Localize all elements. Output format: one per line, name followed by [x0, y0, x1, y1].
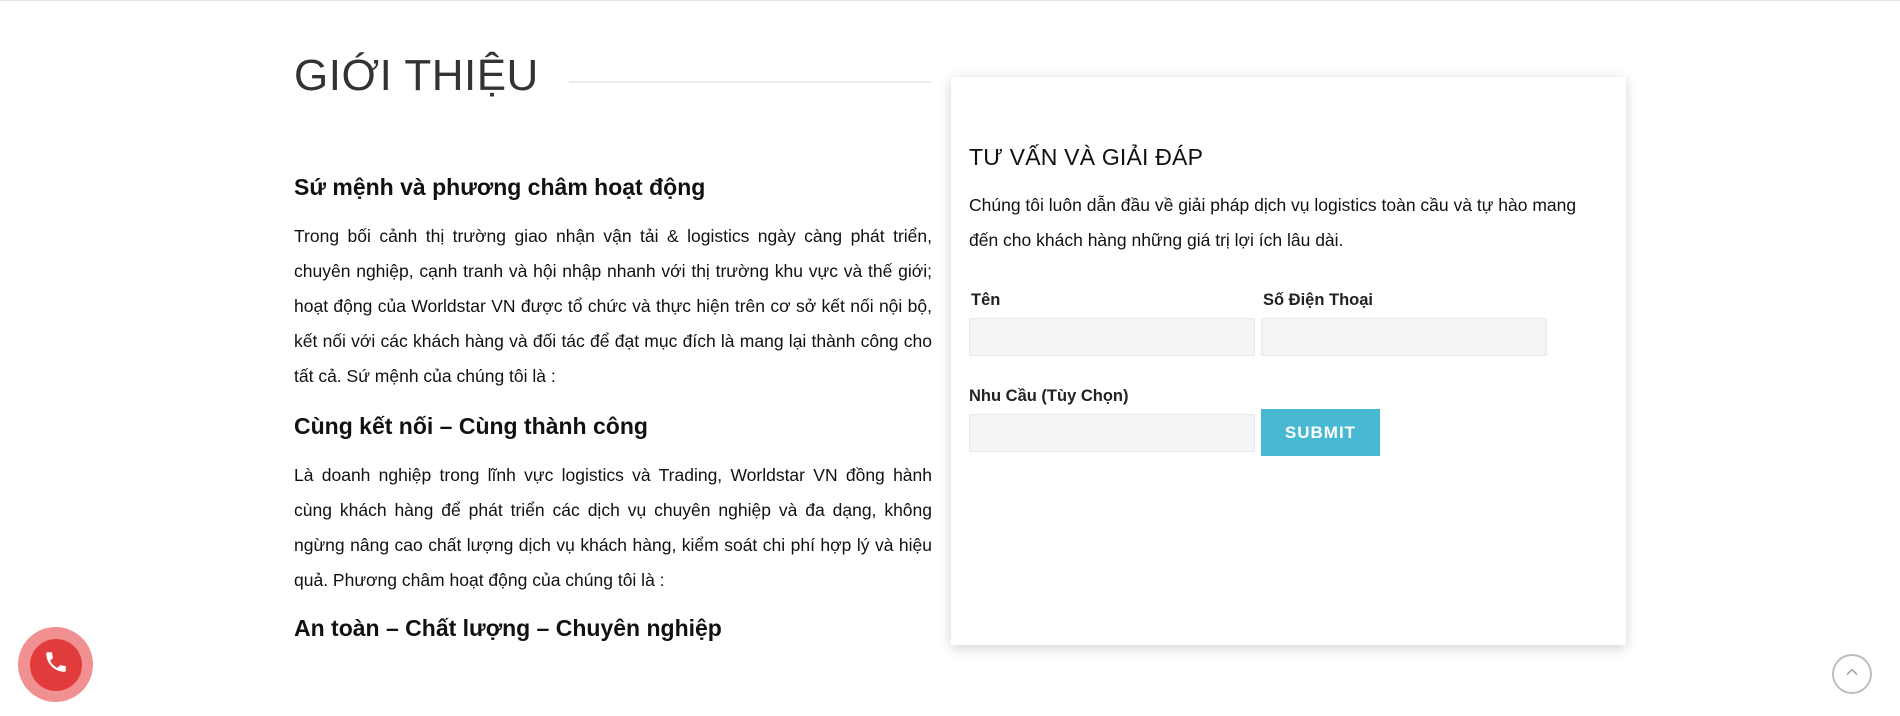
need-label: Nhu Cầu (Tùy Chọn) [969, 387, 1129, 405]
name-label: Tên [971, 291, 1001, 309]
intro-section: GIỚI THIỆU Sứ mệnh và phương châm hoạt đ… [294, 46, 932, 642]
section-title: GIỚI THIỆU [294, 51, 539, 100]
motto-paragraph: Là doanh nghiệp trong lĩnh vực logistics… [294, 465, 932, 590]
mission-paragraph: Trong bối cảnh thị trường giao nhận vận … [294, 226, 932, 386]
form-description: Chúng tôi luôn dẫn đầu về giải pháp dịch… [969, 195, 1577, 250]
submit-button[interactable]: SUBMIT [1261, 409, 1380, 456]
phone-icon [43, 649, 69, 680]
call-button[interactable] [18, 627, 93, 702]
slogan-heading-1: Cùng kết nối – Cùng thành công [294, 413, 648, 439]
need-field[interactable] [969, 414, 1255, 452]
slogan-heading-2: An toàn – Chất lượng – Chuyên nghiệp [294, 615, 722, 641]
form-title: TƯ VẤN VÀ GIẢI ĐÁP [969, 144, 1204, 170]
phone-label: Số Điện Thoại [1263, 291, 1374, 309]
name-field[interactable] [969, 318, 1255, 356]
call-button-inner [29, 638, 82, 691]
mission-heading: Sứ mệnh và phương châm hoạt động [294, 174, 706, 200]
section-header: GIỚI THIỆU [294, 46, 932, 106]
phone-field[interactable] [1261, 318, 1547, 356]
section-divider [568, 81, 932, 83]
consult-form-card: TƯ VẤN VÀ GIẢI ĐÁP Chúng tôi luôn dẫn đầ… [951, 77, 1626, 645]
back-to-top-button[interactable] [1832, 654, 1872, 694]
chevron-up-icon [1844, 664, 1860, 685]
top-divider [0, 0, 1900, 1]
